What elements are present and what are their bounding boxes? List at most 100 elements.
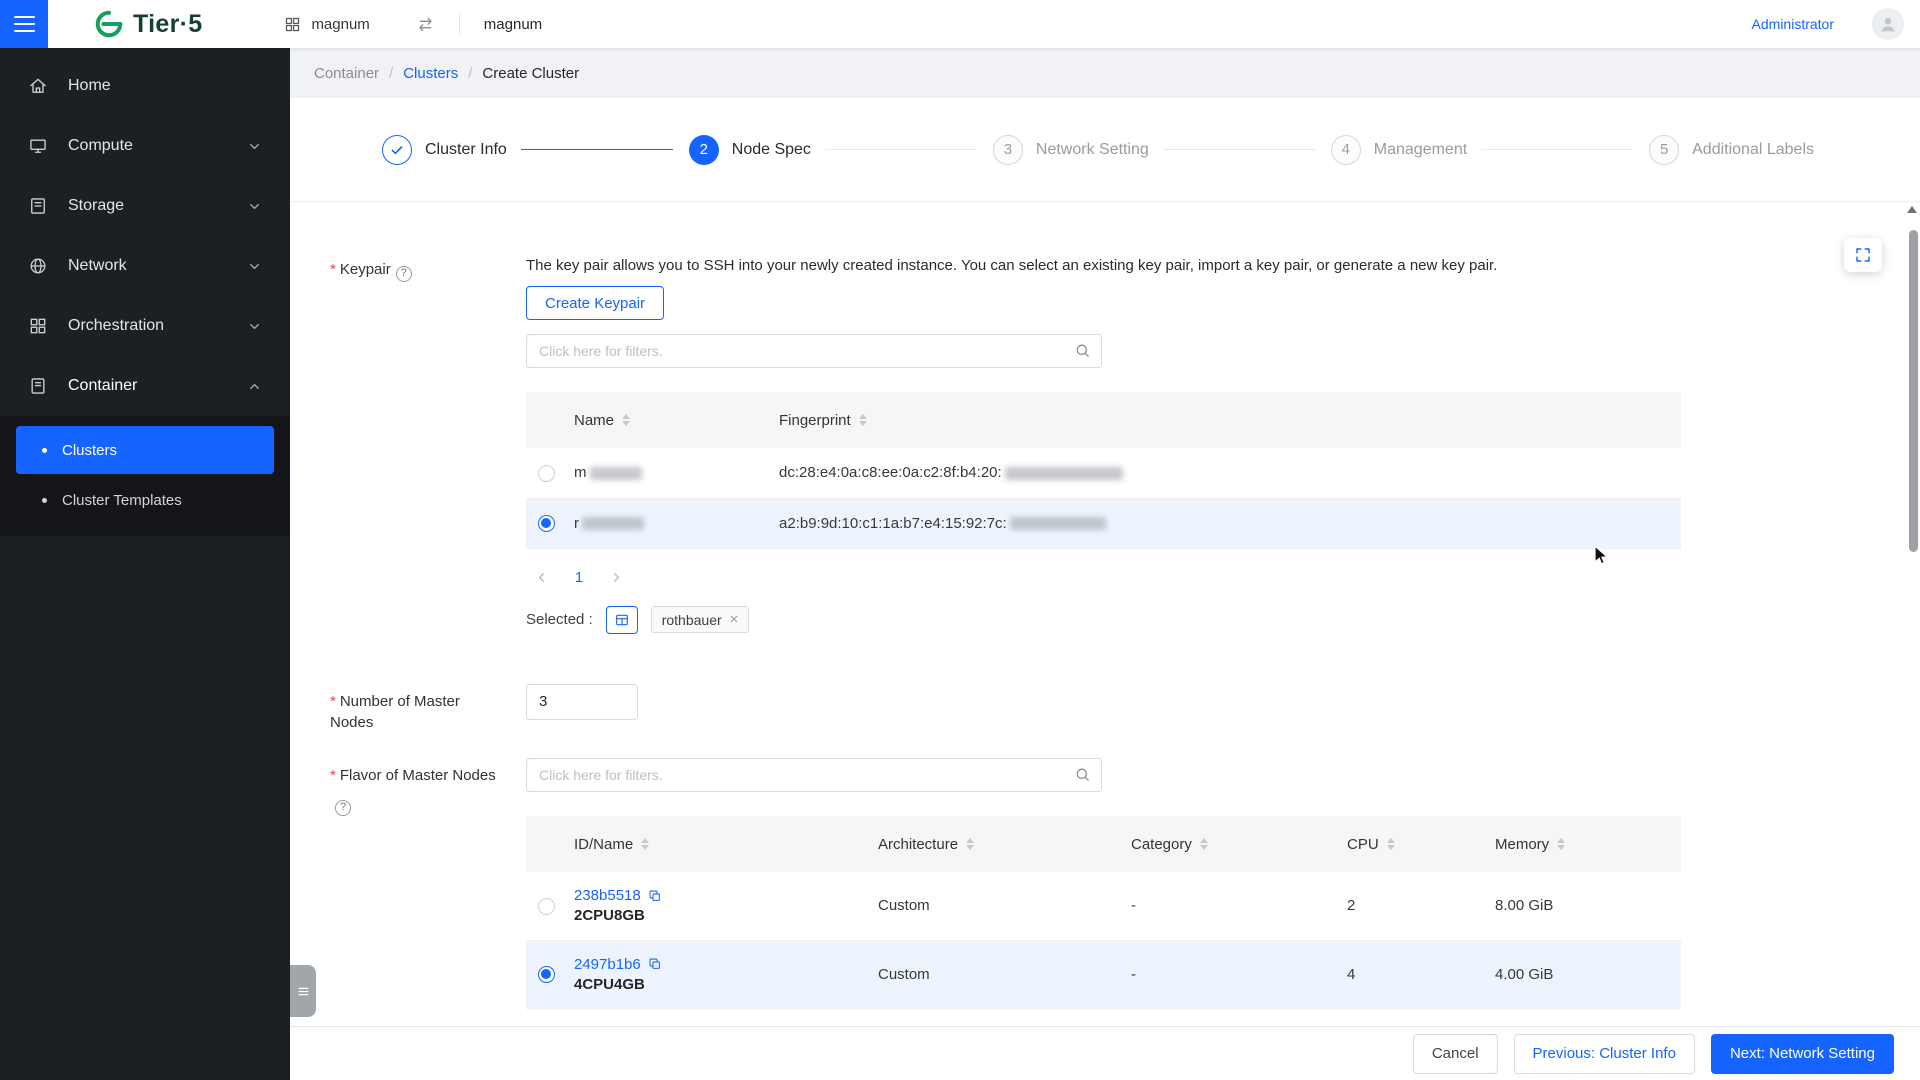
flavor-id-link[interactable]: 2497b1b6 <box>574 956 862 973</box>
collapse-handle[interactable] <box>290 965 316 1017</box>
page-number[interactable]: 1 <box>569 569 589 586</box>
radio-button-selected[interactable] <box>538 515 555 532</box>
breadcrumb-container: Container <box>314 65 379 82</box>
network-icon <box>28 256 48 276</box>
flavor-filter <box>526 758 1102 792</box>
next-page-icon[interactable] <box>609 570 624 585</box>
step-number: 3 <box>993 135 1023 165</box>
selected-label: Selected : <box>526 611 593 628</box>
copy-icon[interactable] <box>648 957 662 971</box>
prev-page-icon[interactable] <box>534 570 549 585</box>
administrator-menu[interactable]: Administrator <box>1752 16 1834 32</box>
avatar[interactable] <box>1872 8 1904 40</box>
copy-icon[interactable] <box>648 889 662 903</box>
logo[interactable]: Tier·5 <box>94 9 202 39</box>
flavor-filter-input[interactable] <box>526 758 1102 792</box>
column-header-memory[interactable]: Memory <box>1495 836 1565 853</box>
sidebar-item-network[interactable]: Network <box>0 236 290 296</box>
chevron-down-icon <box>247 199 262 214</box>
column-header-architecture[interactable]: Architecture <box>878 836 974 853</box>
step-connector <box>825 149 977 151</box>
flavor-id-link[interactable]: 238b5518 <box>574 887 862 904</box>
help-icon[interactable]: ? <box>335 800 351 816</box>
master-count-field-row: *Number of Master Nodes <box>330 684 1920 735</box>
column-header-name[interactable]: Name <box>574 412 630 429</box>
flavor-cpu: 2 <box>1347 897 1355 914</box>
next-step-button[interactable]: Next: Network Setting <box>1711 1034 1894 1074</box>
hamburger-icon <box>14 16 35 33</box>
sidebar-subitem-label: Cluster Templates <box>62 492 182 509</box>
radio-button-selected[interactable] <box>538 966 555 983</box>
required-mark: * <box>330 261 336 278</box>
flavor-name: 2CPU8GB <box>574 907 862 924</box>
keypair-row[interactable]: m dc:28:e4:0a:c8:ee:0a:c2:8f:b4:20: <box>526 448 1681 498</box>
radio-button[interactable] <box>538 898 555 915</box>
sidebar-item-label: Container <box>68 377 247 395</box>
scrollbar-thumb[interactable] <box>1909 230 1918 552</box>
breadcrumb-clusters-link[interactable]: Clusters <box>403 65 458 82</box>
step-5-additional-labels[interactable]: 5 Additional Labels <box>1649 135 1828 165</box>
keypair-filter-input[interactable] <box>526 334 1102 368</box>
master-count-input[interactable] <box>526 684 638 720</box>
step-3-network-setting[interactable]: 3 Network Setting <box>993 135 1163 165</box>
step-number: 5 <box>1649 135 1679 165</box>
step-1-cluster-info[interactable]: Cluster Info <box>382 135 521 165</box>
required-mark: * <box>330 767 336 784</box>
step-label: Cluster Info <box>425 141 507 159</box>
cancel-button[interactable]: Cancel <box>1413 1034 1498 1074</box>
flavor-row[interactable]: 238b5518 2CPU8GB Custom - <box>526 872 1681 940</box>
flavor-field-row: *Flavor of Master Nodes ? <box>330 758 1920 1009</box>
wizard-steps: Cluster Info 2 Node Spec 3 Network Setti… <box>290 98 1920 202</box>
scrollbar-up-arrow[interactable] <box>1907 206 1917 213</box>
sidebar-item-container[interactable]: Container <box>0 356 290 416</box>
column-header-cpu[interactable]: CPU <box>1347 836 1395 853</box>
header-divider <box>459 14 460 34</box>
search-icon[interactable] <box>1074 342 1091 359</box>
flavor-name: 4CPU4GB <box>574 976 862 993</box>
step-connector <box>521 149 673 151</box>
redacted-text <box>1010 517 1106 530</box>
keypair-table: Name Fingerprint <box>526 392 1681 549</box>
column-header-category[interactable]: Category <box>1131 836 1208 853</box>
menu-toggle-button[interactable] <box>0 0 48 48</box>
step-check-icon <box>382 135 412 165</box>
flavor-category: - <box>1131 897 1136 914</box>
redacted-text <box>590 467 642 480</box>
bullet-icon <box>42 498 47 503</box>
sidebar-item-label: Compute <box>68 137 247 155</box>
keypair-row-selected[interactable]: r a2:b9:9d:10:c1:1a:b7:e4:15:92:7c: <box>526 498 1681 548</box>
column-header-id-name[interactable]: ID/Name <box>574 836 649 853</box>
flavor-row-selected[interactable]: 2497b1b6 4CPU4GB Custom - <box>526 940 1681 1008</box>
selected-list-button[interactable] <box>606 606 638 634</box>
sort-icon <box>966 838 974 850</box>
switch-project-icon[interactable] <box>416 15 435 34</box>
sidebar-item-compute[interactable]: Compute <box>0 116 290 176</box>
radio-button[interactable] <box>538 465 555 482</box>
sidebar-item-clusters[interactable]: Clusters <box>16 426 274 474</box>
step-4-management[interactable]: 4 Management <box>1331 135 1481 165</box>
search-icon[interactable] <box>1074 766 1091 783</box>
project-name: magnum <box>311 16 369 33</box>
sidebar-item-orchestration[interactable]: Orchestration <box>0 296 290 356</box>
flavor-memory: 8.00 GiB <box>1495 897 1553 914</box>
project-switcher[interactable]: magnum <box>284 16 369 33</box>
sidebar-item-home[interactable]: Home <box>0 56 290 116</box>
header: Tier·5 magnum magnum Administrator <box>0 0 1920 48</box>
step-2-node-spec[interactable]: 2 Node Spec <box>689 135 825 165</box>
help-icon[interactable]: ? <box>396 266 412 282</box>
tag-close-icon[interactable]: × <box>730 612 739 627</box>
sidebar-item-cluster-templates[interactable]: Cluster Templates <box>16 476 274 524</box>
create-keypair-button[interactable]: Create Keypair <box>526 286 664 320</box>
column-header-fingerprint[interactable]: Fingerprint <box>779 412 867 429</box>
sidebar-item-storage[interactable]: Storage <box>0 176 290 236</box>
logo-mark-icon <box>94 9 124 39</box>
fullscreen-button[interactable] <box>1844 238 1882 272</box>
previous-step-button[interactable]: Previous: Cluster Info <box>1514 1034 1695 1074</box>
flavor-label: *Flavor of Master Nodes ? <box>330 758 502 1009</box>
keypair-description: The key pair allows you to SSH into your… <box>526 252 1681 274</box>
flavor-architecture: Custom <box>878 966 930 983</box>
step-label: Additional Labels <box>1692 141 1814 159</box>
keypair-filter <box>526 334 1102 368</box>
flavor-field: ID/Name Architecture Category CPU Memory <box>526 758 1681 1009</box>
app-root: Tier·5 magnum magnum Administrator <box>0 0 1920 1080</box>
